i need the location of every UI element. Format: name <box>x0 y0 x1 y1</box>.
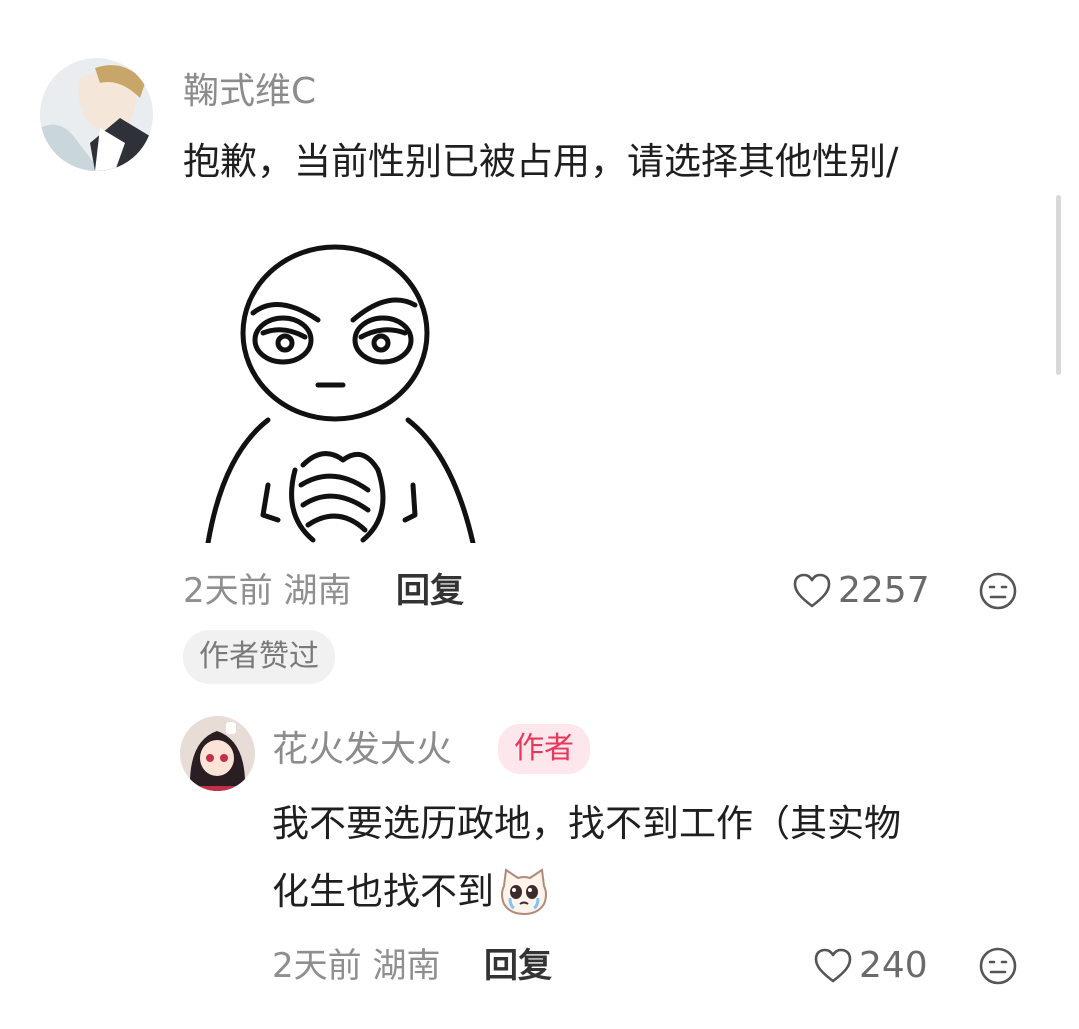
author-liked-badge: 作者赞过 <box>183 630 335 684</box>
crying-cat-emoji <box>501 868 547 916</box>
comment-sticker-image[interactable] <box>183 215 508 546</box>
reply-text-line-1: 我不要选历政地，找不到工作（其实物 <box>272 802 901 845</box>
reply-text-line-2-text: 化生也找不到 <box>272 870 494 913</box>
reply-text-line-2: 化生也找不到 <box>272 860 550 924</box>
reply-reply-button[interactable]: 回复 <box>484 946 552 986</box>
reply-button[interactable]: 回复 <box>396 571 464 611</box>
heart-outline-icon <box>793 573 831 608</box>
scrollbar[interactable] <box>1056 195 1061 375</box>
replier-avatar[interactable] <box>180 716 255 791</box>
comment-meta: 2天前 湖南 <box>183 571 352 611</box>
like-count: 2257 <box>838 570 930 611</box>
meh-face-icon <box>979 947 1017 985</box>
reply-dislike-button[interactable] <box>978 946 1018 986</box>
reply-meta: 2天前 湖南 <box>272 946 441 986</box>
author-badge: 作者 <box>498 724 590 774</box>
like-button[interactable]: 2257 <box>792 571 930 611</box>
comment-text: 抱歉，当前性别已被占用，请选择其他性别/ <box>183 140 899 183</box>
replier-username[interactable]: 花火发大火 <box>272 730 452 770</box>
commenter-username[interactable]: 鞠式维C <box>183 72 316 112</box>
heart-outline-icon <box>814 948 852 983</box>
reply-like-button[interactable]: 240 <box>813 946 928 986</box>
commenter-avatar[interactable] <box>40 58 153 171</box>
meh-face-icon <box>979 572 1017 610</box>
dislike-button[interactable] <box>978 571 1018 611</box>
reply-like-count: 240 <box>859 945 928 986</box>
